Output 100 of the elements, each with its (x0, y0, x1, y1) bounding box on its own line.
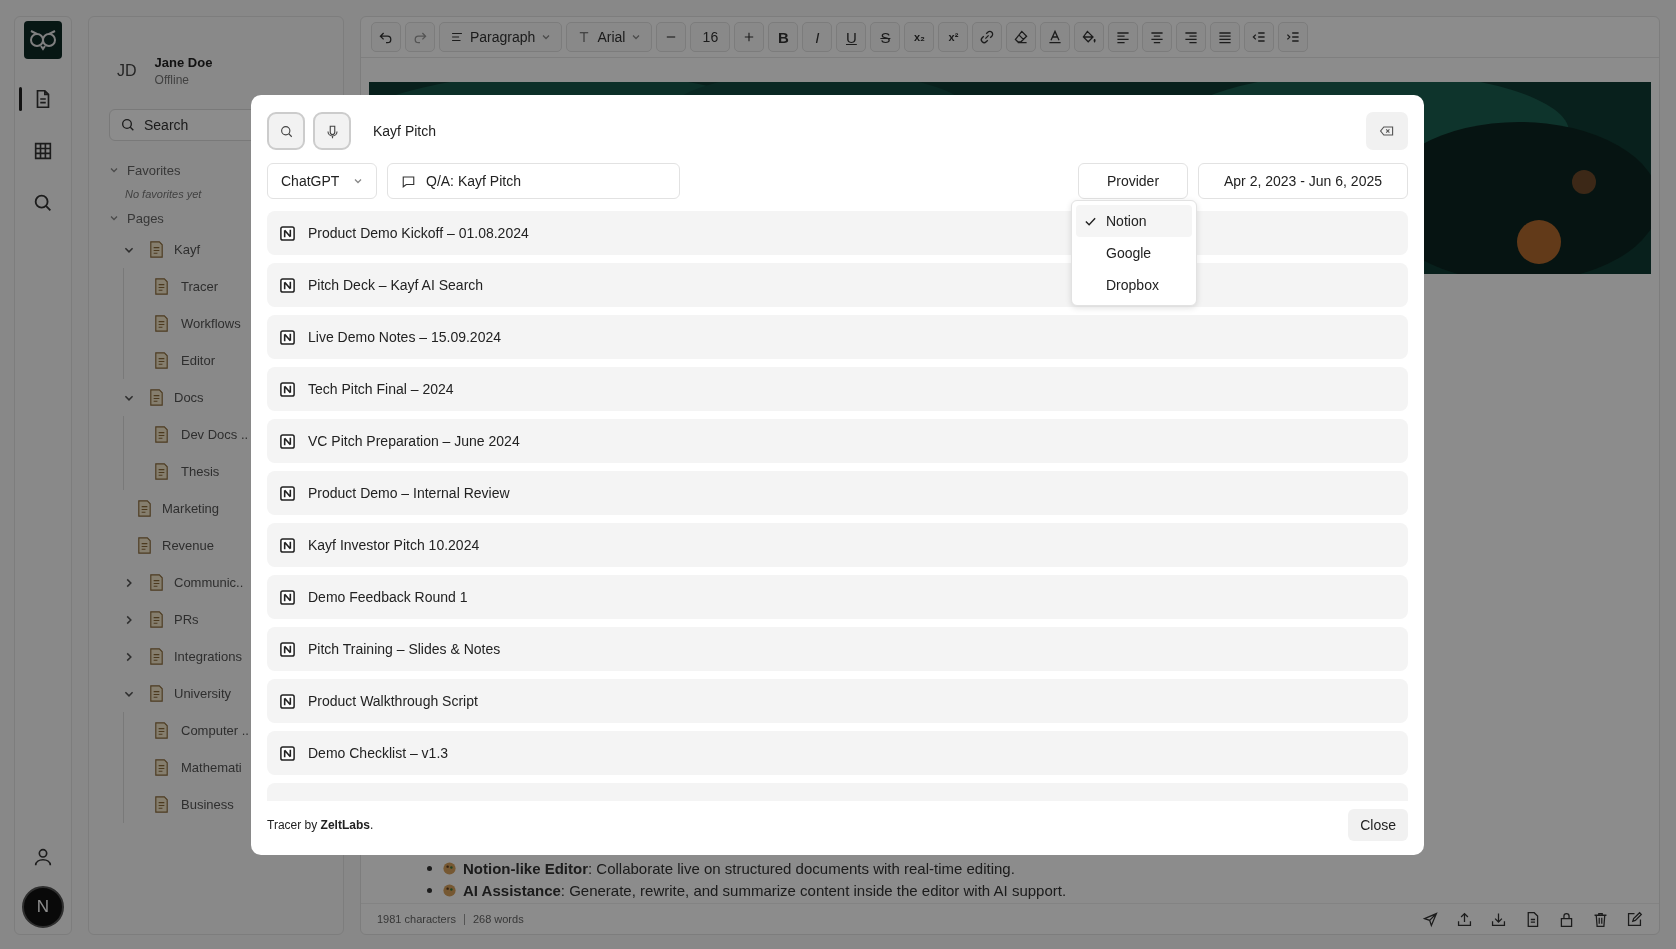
indent-button[interactable] (1278, 22, 1309, 52)
result-row[interactable]: Demo Feedback Round 1 (267, 575, 1408, 619)
page-icon (152, 795, 171, 814)
tree-item[interactable]: Integrations (174, 649, 242, 664)
format-button[interactable]: U (836, 22, 867, 52)
result-title: Live Demo Notes – 15.09.2024 (308, 329, 501, 345)
increase-size-button[interactable] (734, 22, 765, 52)
chevron-icon (353, 176, 363, 186)
credit-text: Tracer by ZeltLabs. (267, 818, 374, 832)
page-icon (147, 240, 166, 259)
tree-item[interactable]: Computer .. (181, 723, 249, 738)
format-button[interactable]: S (870, 22, 901, 52)
tree-item[interactable]: Tracer (181, 279, 219, 294)
text-color-button[interactable] (1040, 22, 1071, 52)
page-icon (147, 684, 166, 703)
result-title: Pitch Deck – Kayf AI Search (308, 277, 484, 293)
format-button[interactable]: x² (938, 22, 969, 52)
undo-button[interactable] (371, 22, 401, 52)
tree-item[interactable]: Thesis (181, 464, 220, 479)
result-row[interactable]: Kayf Investor Pitch 10.2024 (267, 523, 1408, 567)
fill-color-button[interactable] (1074, 22, 1105, 52)
text-color-icon (1047, 29, 1064, 45)
paint-bucket-icon (1081, 29, 1098, 45)
result-row[interactable]: Live Demo Notes – 15.09.2024 (267, 315, 1408, 359)
user-initials: JD (117, 62, 137, 80)
tree-item[interactable]: Editor (181, 353, 215, 368)
document-icon (279, 484, 296, 502)
chevron-icon[interactable] (109, 213, 119, 223)
menu-item[interactable]: Notion (1076, 205, 1192, 237)
qa-field[interactable]: Q/A: Kayf Pitch (387, 163, 680, 199)
model-dropdown[interactable]: ChatGPT (267, 163, 377, 199)
search-icon (120, 117, 136, 133)
provider-button[interactable]: Provider (1078, 163, 1188, 199)
tree-item[interactable]: Kayf (174, 242, 200, 257)
bullet-dot (427, 887, 432, 893)
microphone-button[interactable] (313, 112, 351, 150)
document-icon (279, 276, 296, 294)
close-button[interactable]: Close (1348, 809, 1408, 841)
tree-item[interactable]: Marketing (162, 501, 220, 516)
align-icon (1217, 29, 1234, 45)
search-button[interactable] (267, 112, 305, 150)
tree-item[interactable]: Mathemati (181, 760, 242, 775)
document-icon (279, 536, 296, 554)
edit-icon[interactable] (1626, 910, 1643, 928)
lock-icon[interactable] (1558, 910, 1575, 928)
align-button[interactable] (1108, 22, 1139, 52)
align-button[interactable] (1142, 22, 1173, 52)
result-row[interactable]: Pitch Training – Slides & Notes (267, 627, 1408, 671)
eraser-button[interactable] (1006, 22, 1037, 52)
section-header[interactable]: Pages (127, 210, 164, 226)
page-icon (152, 425, 171, 444)
tree-item[interactable]: Communic.. (174, 575, 244, 590)
search-icon[interactable] (32, 192, 54, 214)
document-icon (279, 588, 296, 606)
person-icon[interactable] (32, 846, 54, 868)
query-field[interactable]: Kayf Pitch (371, 122, 1358, 140)
document-icon (279, 640, 296, 658)
chevron-icon[interactable] (109, 165, 119, 175)
result-row[interactable]: Product Walkthrough Script (267, 679, 1408, 723)
trash-icon[interactable] (1592, 910, 1609, 928)
block-style-dropdown[interactable]: Paragraph (439, 22, 563, 52)
align-icon (1183, 29, 1200, 45)
date-range-button[interactable]: Apr 2, 2023 - Jun 6, 2025 (1198, 163, 1408, 199)
tree-item[interactable]: Business (181, 797, 234, 812)
emoji-icon (442, 882, 457, 898)
result-title: Kayf Investor Pitch 10.2024 (308, 537, 480, 553)
tree-item[interactable]: Docs (174, 390, 204, 405)
user-avatar[interactable]: N (22, 886, 64, 928)
outdent-button[interactable] (1244, 22, 1275, 52)
format-button[interactable]: I (802, 22, 833, 52)
upload-icon[interactable] (1456, 910, 1473, 928)
font-size-field[interactable]: 16 (690, 22, 731, 52)
align-button[interactable] (1210, 22, 1241, 52)
menu-item[interactable]: Dropbox (1076, 269, 1192, 301)
chat-icon (401, 173, 416, 189)
format-button[interactable]: x₂ (904, 22, 935, 52)
result-row[interactable]: Product Demo – Internal Review (267, 471, 1408, 515)
page-icon (152, 314, 171, 333)
section-header[interactable]: Favorites (127, 162, 181, 178)
tree-item[interactable]: Dev Docs .. (181, 427, 249, 442)
font-dropdown[interactable]: Arial (566, 22, 653, 52)
result-title: VC Pitch Preparation – June 2024 (308, 433, 520, 449)
grid-icon[interactable] (32, 140, 54, 162)
document-icon (279, 328, 296, 346)
result-row[interactable]: Demo Checklist – v1.3 (267, 731, 1408, 775)
result-row[interactable]: VC Pitch Preparation – June 2024 (267, 419, 1408, 463)
tree-item[interactable]: Workflows (181, 316, 241, 331)
page-icon (152, 462, 171, 481)
document-icon (279, 692, 296, 710)
clear-button[interactable] (1366, 112, 1408, 150)
format-button[interactable]: B (768, 22, 799, 52)
character-count: 1981 characters (377, 913, 456, 925)
align-button[interactable] (1176, 22, 1207, 52)
link-button[interactable] (972, 22, 1003, 52)
send-icon[interactable] (1422, 910, 1439, 928)
owl-logo-icon[interactable] (24, 21, 62, 59)
tree-item[interactable]: University (174, 686, 232, 701)
result-row[interactable]: Tech Pitch Final – 2024 (267, 367, 1408, 411)
tree-item[interactable]: PRs (174, 612, 199, 627)
tree-item[interactable]: Revenue (162, 538, 215, 553)
